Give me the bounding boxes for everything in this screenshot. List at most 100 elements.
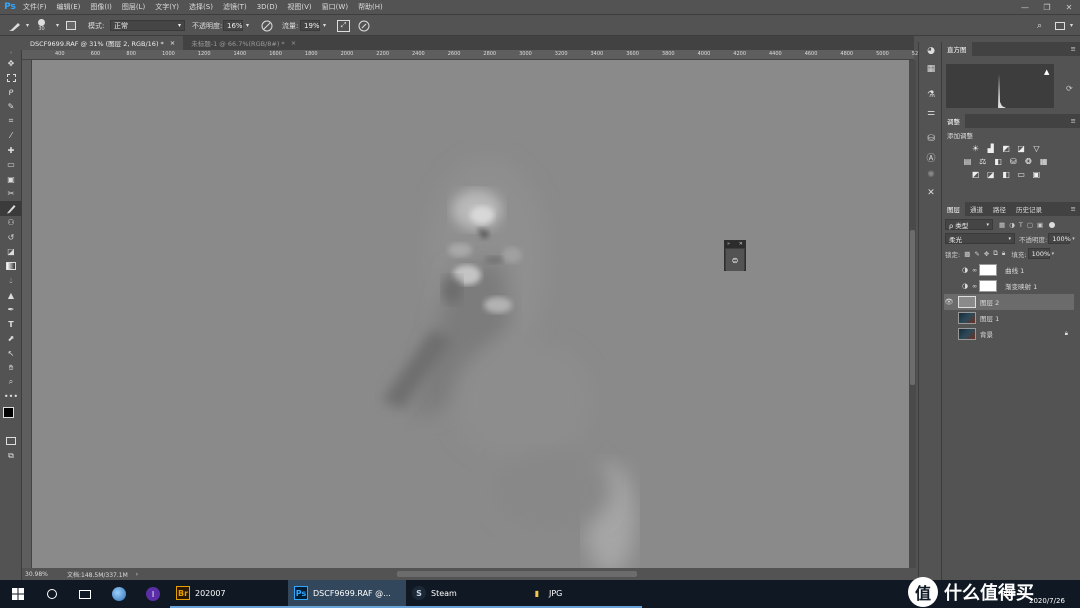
layer-thumbnail[interactable]	[958, 328, 976, 340]
brush-size-dropdown-icon[interactable]: ▾	[56, 19, 59, 32]
flow-dropdown-icon[interactable]: ▾	[323, 22, 326, 29]
menu-help[interactable]: 帮助(H)	[353, 2, 388, 12]
app-icon[interactable]: I	[136, 580, 170, 608]
filter-adjustment-icon[interactable]: ◑	[1009, 221, 1015, 229]
menu-select[interactable]: 选择(S)	[184, 2, 218, 12]
close-tab-icon[interactable]: ×	[291, 39, 296, 47]
mask-link-icon[interactable]: ∞	[972, 267, 977, 274]
menu-image[interactable]: 图像(I)	[85, 2, 117, 12]
black-white-icon[interactable]: ◧	[992, 157, 1003, 166]
brush-settings-icon[interactable]: ⚗	[919, 86, 943, 104]
eraser-tool-icon[interactable]: ◪	[0, 245, 22, 260]
tab-adjustments[interactable]: 调整	[942, 114, 965, 128]
color-balance-icon[interactable]: ⚖	[977, 157, 988, 166]
layer-row-layer1[interactable]: 图层 1	[944, 310, 1074, 326]
swatches-panel-icon[interactable]: ▦	[919, 60, 943, 78]
lock-transparent-icon[interactable]: ▩	[964, 250, 970, 258]
threshold-icon[interactable]: ◧	[1000, 170, 1011, 179]
histogram-warning-icon[interactable]: ▲	[1044, 68, 1049, 76]
lock-artboard-icon[interactable]: ⧉	[993, 249, 998, 258]
taskbar-photoshop[interactable]: Ps DSCF9699.RAF @...	[288, 580, 406, 608]
clock-date[interactable]: 2020/7/26	[1029, 597, 1065, 605]
curves-icon[interactable]: ◩	[1000, 144, 1011, 153]
search-icon[interactable]: ⌕	[1037, 19, 1042, 32]
character-panel-icon[interactable]: Ⓐ	[919, 148, 943, 166]
hue-saturation-icon[interactable]: ▤	[962, 157, 973, 166]
layer-name[interactable]: 曲线 1	[1005, 265, 1024, 275]
close-tab-icon[interactable]: ×	[170, 39, 175, 47]
layer-name[interactable]: 图层 1	[980, 313, 999, 323]
frame-tool-icon[interactable]: ▣	[0, 172, 22, 187]
eye-icon[interactable]: 👁︎	[944, 298, 954, 306]
clone-source-icon[interactable]: ⛁	[919, 130, 943, 148]
tab-histogram[interactable]: 直方图	[942, 42, 972, 56]
photo-filter-icon[interactable]: ⛁	[1008, 157, 1019, 166]
layer-name[interactable]: 图层 2	[980, 297, 999, 307]
layer-mask-thumbnail[interactable]	[979, 280, 998, 292]
blur-tool-icon[interactable]: 💧︎	[0, 274, 22, 289]
brushes-panel-icon[interactable]: ⚌	[919, 104, 943, 122]
tool-presets-icon[interactable]: ✕	[919, 184, 943, 202]
dodge-tool-icon[interactable]: ▲	[0, 288, 22, 303]
filter-type-icon[interactable]: T	[1019, 221, 1023, 229]
menu-edit[interactable]: 编辑(E)	[52, 2, 86, 12]
filter-toggle-icon[interactable]	[1049, 221, 1056, 228]
color-swatches[interactable]	[0, 404, 22, 434]
filter-smart-icon[interactable]: ▣	[1037, 221, 1043, 229]
brush-tool-preset-icon[interactable]: ▾	[8, 19, 29, 32]
brush-panel-toggle-icon[interactable]	[66, 19, 76, 32]
layer-row-gradient-map[interactable]: ◑ ∞ 渐变映射 1	[944, 278, 1074, 294]
pressure-size-icon[interactable]	[358, 19, 370, 32]
brush-size-picker[interactable]: 30	[38, 19, 45, 32]
zoom-tool-icon[interactable]: ⌕	[0, 375, 22, 390]
healing-brush-tool-icon[interactable]: ✚	[0, 143, 22, 158]
eyedropper-tool-icon[interactable]: ⁄	[0, 129, 22, 144]
floating-panel-close-icon[interactable]: ✕	[739, 241, 743, 248]
more-tools-icon[interactable]: •••	[0, 390, 22, 405]
filter-shape-icon[interactable]: ▢	[1027, 221, 1033, 229]
brightness-icon[interactable]: ☀	[970, 144, 981, 153]
close-window-button[interactable]: ✕	[1058, 0, 1080, 14]
gradient-tool-icon[interactable]	[0, 259, 22, 274]
menu-filter[interactable]: 滤镜(T)	[218, 2, 252, 12]
histogram-refresh-icon[interactable]: ⟳	[1066, 84, 1073, 93]
history-brush-tool-icon[interactable]: ↺	[0, 230, 22, 245]
marquee-tool-icon[interactable]	[0, 71, 22, 86]
vertical-scrollbar[interactable]	[909, 60, 916, 568]
tab-untitled[interactable]: 未标题-1 @ 66.7%(RGB/8#) * ×	[183, 36, 304, 50]
hand-tool-icon[interactable]: ✋︎	[0, 361, 22, 376]
floating-panel[interactable]: » ✕ ⊜	[724, 240, 746, 271]
floating-panel-expand-icon[interactable]: »	[727, 241, 730, 248]
quick-mask-icon[interactable]	[0, 434, 22, 449]
scissors-tool-icon[interactable]: ✂	[0, 187, 22, 202]
pressure-opacity-icon[interactable]	[261, 19, 273, 32]
layer-opacity-input[interactable]: 100%	[1048, 233, 1071, 244]
workspace-dropdown-icon[interactable]: ▾	[1070, 19, 1073, 32]
task-view-icon[interactable]	[68, 580, 102, 608]
ruler-tool-icon[interactable]: ▭	[0, 158, 22, 173]
gradient-map-icon[interactable]: ▭	[1016, 170, 1027, 179]
menu-file[interactable]: 文件(F)	[18, 2, 52, 12]
posterize-icon[interactable]: ◪	[985, 170, 996, 179]
layer-name[interactable]: 渐变映射 1	[1005, 281, 1037, 291]
menu-window[interactable]: 窗口(W)	[317, 2, 353, 12]
vertical-scroll-thumb[interactable]	[910, 230, 915, 385]
layer-mask-thumbnail[interactable]	[979, 264, 998, 276]
quick-select-tool-icon[interactable]: ✎	[0, 100, 22, 115]
panel-menu-icon[interactable]: ≡	[1071, 45, 1076, 53]
panel-menu-icon[interactable]: ≡	[1071, 205, 1076, 213]
layer-filter-select[interactable]: ρ 类型 ▾	[945, 219, 993, 230]
taskbar-folder-jpg[interactable]: ▮ JPG	[524, 580, 642, 608]
brush-tool-icon[interactable]	[0, 201, 22, 216]
clone-stamp-tool-icon[interactable]: ⚇	[0, 216, 22, 231]
fill-input[interactable]: 100%	[1027, 248, 1050, 259]
move-tool-icon[interactable]: ✥	[0, 56, 22, 71]
tab-layers[interactable]: 图层	[942, 202, 965, 216]
zoom-level[interactable]: 30.98%	[25, 571, 67, 578]
layer-row-layer2[interactable]: 👁︎ 图层 2	[944, 294, 1074, 310]
browser-icon[interactable]	[102, 580, 136, 608]
channel-mixer-icon[interactable]: ❂	[1023, 157, 1034, 166]
color-lookup-icon[interactable]: ▦	[1038, 157, 1049, 166]
menu-3d[interactable]: 3D(D)	[252, 3, 283, 11]
fill-dropdown-icon[interactable]: ▾	[1052, 251, 1055, 257]
